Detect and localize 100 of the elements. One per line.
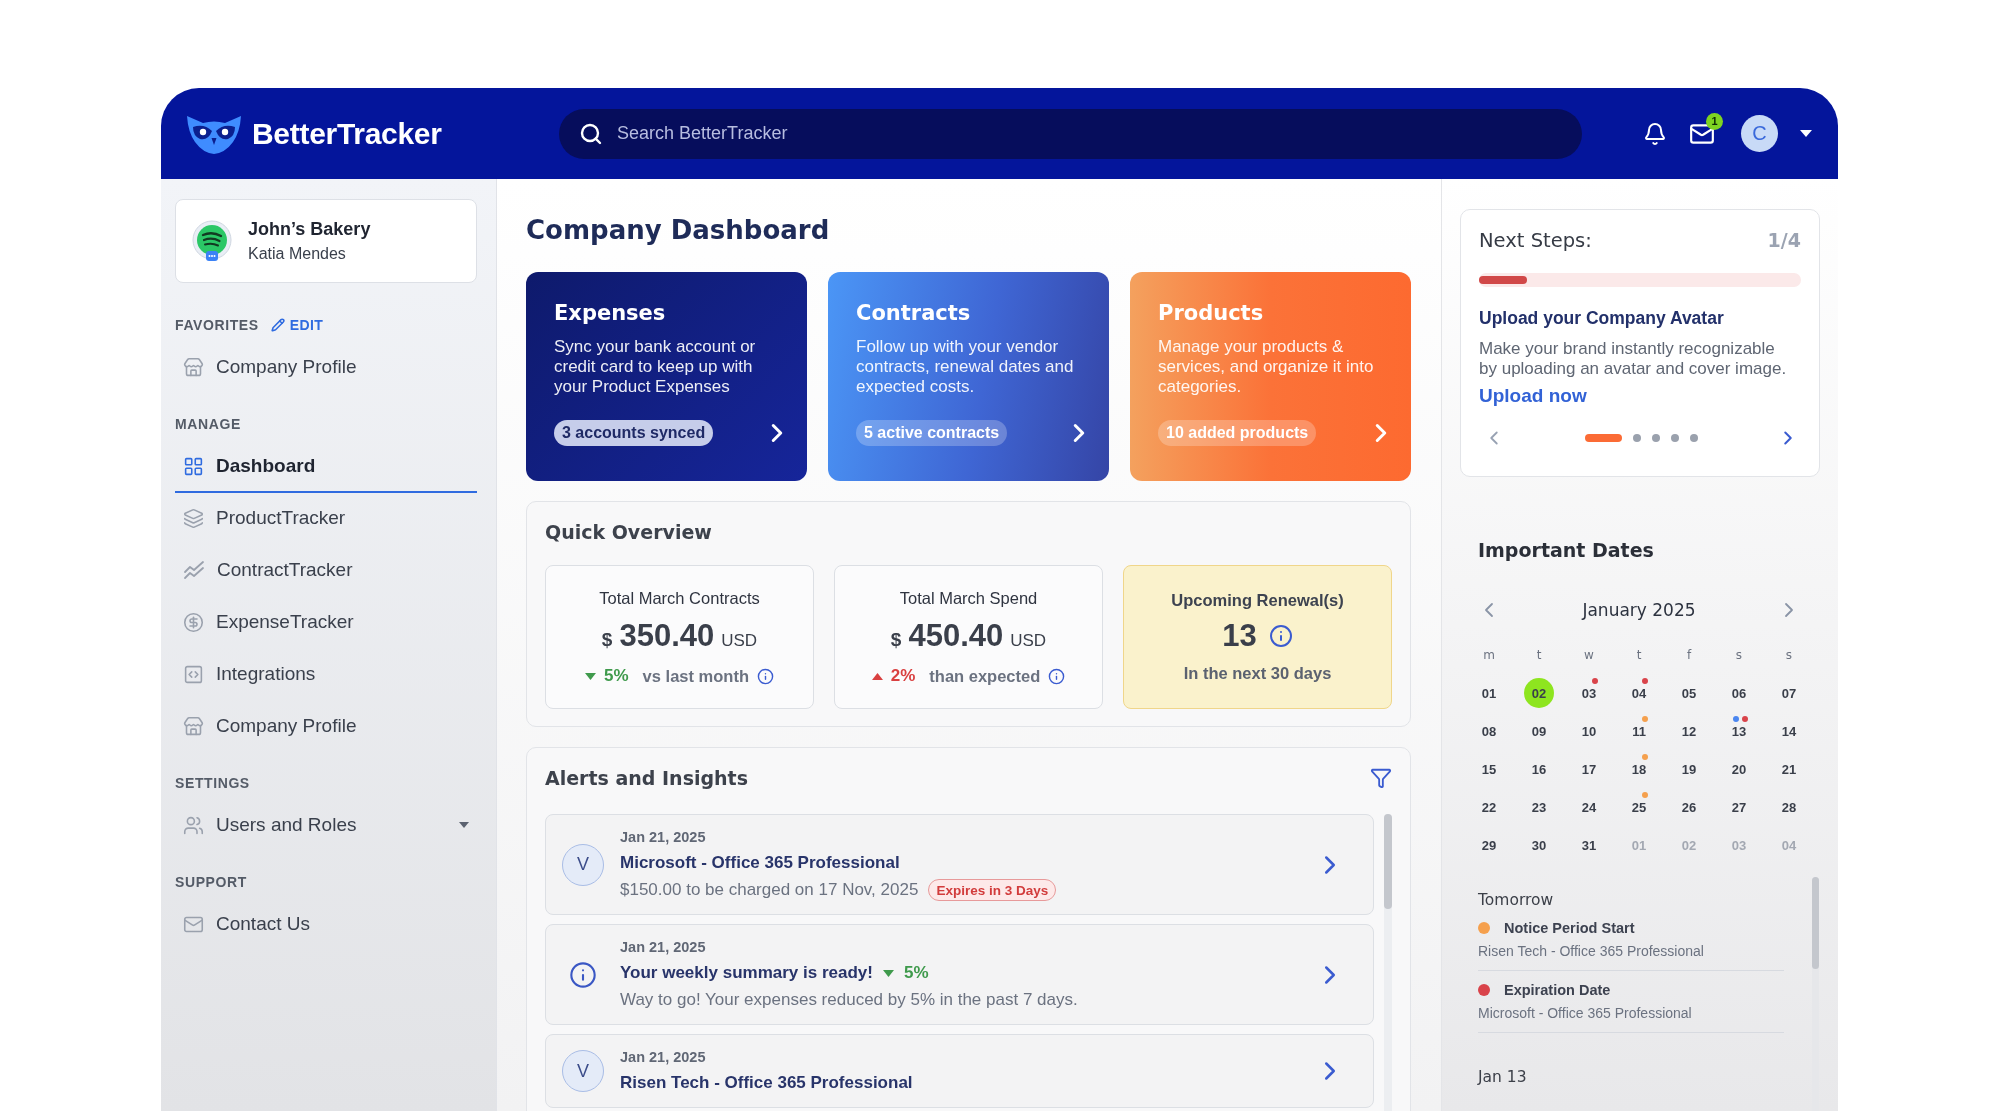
feature-card[interactable]: Contracts Follow up with your vendor contracts, renewal dates and expected costs. 5 active contracts bbox=[828, 272, 1109, 481]
section-label: SETTINGS bbox=[175, 775, 250, 791]
weekday-label: t bbox=[1535, 647, 1543, 664]
store-icon bbox=[183, 356, 204, 378]
company-card[interactable]: John’s Bakery Katia Mendes bbox=[175, 199, 477, 283]
calendar-day[interactable]: 31 bbox=[1574, 830, 1604, 860]
nav-item[interactable]: ContractTracker bbox=[175, 545, 477, 597]
page-dot[interactable] bbox=[1670, 434, 1679, 442]
calendar-day[interactable]: 12 bbox=[1674, 716, 1704, 746]
calendar-day[interactable]: 17 bbox=[1574, 754, 1604, 784]
weekday-label: m bbox=[1482, 647, 1496, 664]
calendar-day[interactable]: 26 bbox=[1674, 792, 1704, 822]
event-subtitle: Risen Tech - Office 365 Professional bbox=[1478, 942, 1705, 960]
calendar-day[interactable]: 23 bbox=[1524, 792, 1554, 822]
nav-item[interactable]: ExpenseTracker bbox=[175, 597, 477, 649]
trend-lines-icon bbox=[183, 559, 205, 581]
step-heading: Upload your Company Avatar bbox=[1479, 308, 1725, 329]
count-value: 13 bbox=[1222, 618, 1257, 654]
upload-link[interactable]: Upload now bbox=[1479, 385, 1587, 407]
alert-title: Microsoft - Office 365 Professional bbox=[620, 852, 900, 874]
section-label: FAVORITES bbox=[175, 317, 259, 333]
event-title: Notice Period Start bbox=[1504, 919, 1635, 938]
alert-date: Jan 21, 2025 bbox=[620, 1048, 707, 1066]
vendor-initial: V bbox=[562, 843, 604, 886]
avatar[interactable]: C bbox=[1741, 115, 1778, 152]
grid-icon bbox=[183, 455, 204, 477]
calendar-day[interactable]: 27 bbox=[1724, 792, 1754, 822]
card-description: Sync your bank account or credit card to keep up with your Product Expenses bbox=[554, 337, 757, 397]
nav-item[interactable]: ProductTracker bbox=[175, 493, 477, 545]
alert-date: Jan 21, 2025 bbox=[620, 828, 707, 846]
scrollbar-thumb[interactable] bbox=[1384, 814, 1392, 909]
step-description: Make your brand instantly recognizable by uploading an avatar and cover image. bbox=[1479, 339, 1788, 379]
calendar-day[interactable]: 08 bbox=[1474, 716, 1504, 746]
calendar-day[interactable]: 05 bbox=[1674, 678, 1704, 708]
calendar-day[interactable]: 30 bbox=[1524, 830, 1554, 860]
card-title: Products bbox=[1158, 300, 1265, 327]
filter-icon[interactable] bbox=[1370, 767, 1392, 789]
calendar-day[interactable]: 06 bbox=[1724, 678, 1754, 708]
alert-card[interactable]: V Jan 21, 2025 Microsoft - Office 365 Professional $150.00 to be charged on 17 Nov, 2025 Expires in 3 Days bbox=[545, 814, 1374, 915]
info-icon[interactable] bbox=[1048, 667, 1066, 685]
calendar-day[interactable]: 16 bbox=[1524, 754, 1554, 784]
count-badge: 1 bbox=[1706, 112, 1723, 130]
nav-item[interactable]: Dashboard bbox=[175, 441, 477, 493]
stat-label: Total March Contracts bbox=[599, 588, 760, 608]
calendar-day[interactable]: 15 bbox=[1474, 754, 1504, 784]
feature-card[interactable]: Expenses Sync your bank account or credit card to keep up with your Product Expenses 3 accounts synced bbox=[526, 272, 807, 481]
calendar-day[interactable]: 18 bbox=[1624, 754, 1654, 784]
calendar-day[interactable]: 22 bbox=[1474, 792, 1504, 822]
count-badge: 3 accounts synced bbox=[554, 420, 714, 446]
page-dot[interactable] bbox=[1632, 434, 1641, 442]
caret-down-icon[interactable] bbox=[1800, 130, 1812, 137]
nav-item[interactable]: Company Profile bbox=[175, 342, 477, 394]
company-name: John’s Bakery bbox=[248, 219, 371, 240]
alert-card[interactable]: Jan 21, 2025 Your weekly summary is ready! 5% Way to go! Your expenses reduced by 5% in the past 7 days. bbox=[545, 924, 1374, 1025]
card-description: Follow up with your vendor contracts, renewal dates and expected costs. bbox=[856, 337, 1075, 397]
calendar-day[interactable]: 11 bbox=[1624, 716, 1654, 746]
calendar-day[interactable]: 24 bbox=[1574, 792, 1604, 822]
calendar-day[interactable]: 29 bbox=[1474, 830, 1504, 860]
weekday-label: t bbox=[1635, 647, 1643, 664]
calendar-day[interactable]: 25 bbox=[1624, 792, 1654, 822]
company-logo-icon bbox=[192, 220, 232, 262]
change-value: 5% bbox=[903, 963, 929, 983]
calendar-day[interactable]: 28 bbox=[1774, 792, 1804, 822]
change-note: vs last month bbox=[642, 666, 749, 686]
page-dot[interactable] bbox=[1689, 434, 1698, 442]
calendar-day[interactable]: 01 bbox=[1474, 678, 1504, 708]
calendar-day[interactable]: 19 bbox=[1674, 754, 1704, 784]
calendar-day[interactable]: 09 bbox=[1524, 716, 1554, 746]
info-icon[interactable] bbox=[1268, 624, 1293, 648]
change-value: 2% bbox=[890, 666, 916, 686]
calendar-day[interactable]: 04 bbox=[1624, 678, 1654, 708]
currency-symbol: $ bbox=[890, 629, 902, 651]
page-dot[interactable] bbox=[1651, 434, 1660, 442]
nav-item[interactable]: Users and Roles bbox=[175, 800, 477, 852]
calendar-day[interactable]: 21 bbox=[1774, 754, 1804, 784]
card-title: Next Steps: bbox=[1479, 228, 1592, 252]
calendar-day[interactable]: 03 bbox=[1574, 678, 1604, 708]
calendar-day[interactable]: 20 bbox=[1724, 754, 1754, 784]
currency-unit: USD bbox=[721, 631, 758, 651]
amount-value: 350.40 bbox=[619, 618, 715, 654]
card-description: Manage your products & services, and organize it into categories. bbox=[1158, 337, 1375, 397]
calendar-day[interactable]: 02 bbox=[1524, 678, 1554, 708]
info-icon bbox=[569, 960, 597, 989]
nav-item[interactable]: Integrations bbox=[175, 649, 477, 701]
calendar-day[interactable]: 07 bbox=[1774, 678, 1804, 708]
scrollbar-thumb[interactable] bbox=[1812, 877, 1819, 969]
bell-icon[interactable] bbox=[1643, 121, 1667, 146]
nav-item[interactable]: Company Profile bbox=[175, 701, 477, 753]
alert-card[interactable]: V Jan 21, 2025 Risen Tech - Office 365 Professional bbox=[545, 1034, 1374, 1108]
nav-item[interactable]: Contact Us bbox=[175, 899, 477, 951]
search-field[interactable]: Search BetterTracker bbox=[559, 108, 1582, 159]
brand-name: BetterTracker bbox=[252, 116, 442, 151]
alert-title: Your weekly summary is ready! bbox=[620, 962, 873, 984]
step-counter: 1/4 bbox=[1767, 229, 1801, 251]
calendar-day[interactable]: 10 bbox=[1574, 716, 1604, 746]
user-name: Katia Mendes bbox=[248, 245, 347, 263]
calendar-day[interactable]: 13 bbox=[1724, 716, 1754, 746]
calendar-day[interactable]: 14 bbox=[1774, 716, 1804, 746]
edit-link[interactable]: EDIT bbox=[270, 317, 324, 333]
info-icon[interactable] bbox=[756, 667, 774, 685]
